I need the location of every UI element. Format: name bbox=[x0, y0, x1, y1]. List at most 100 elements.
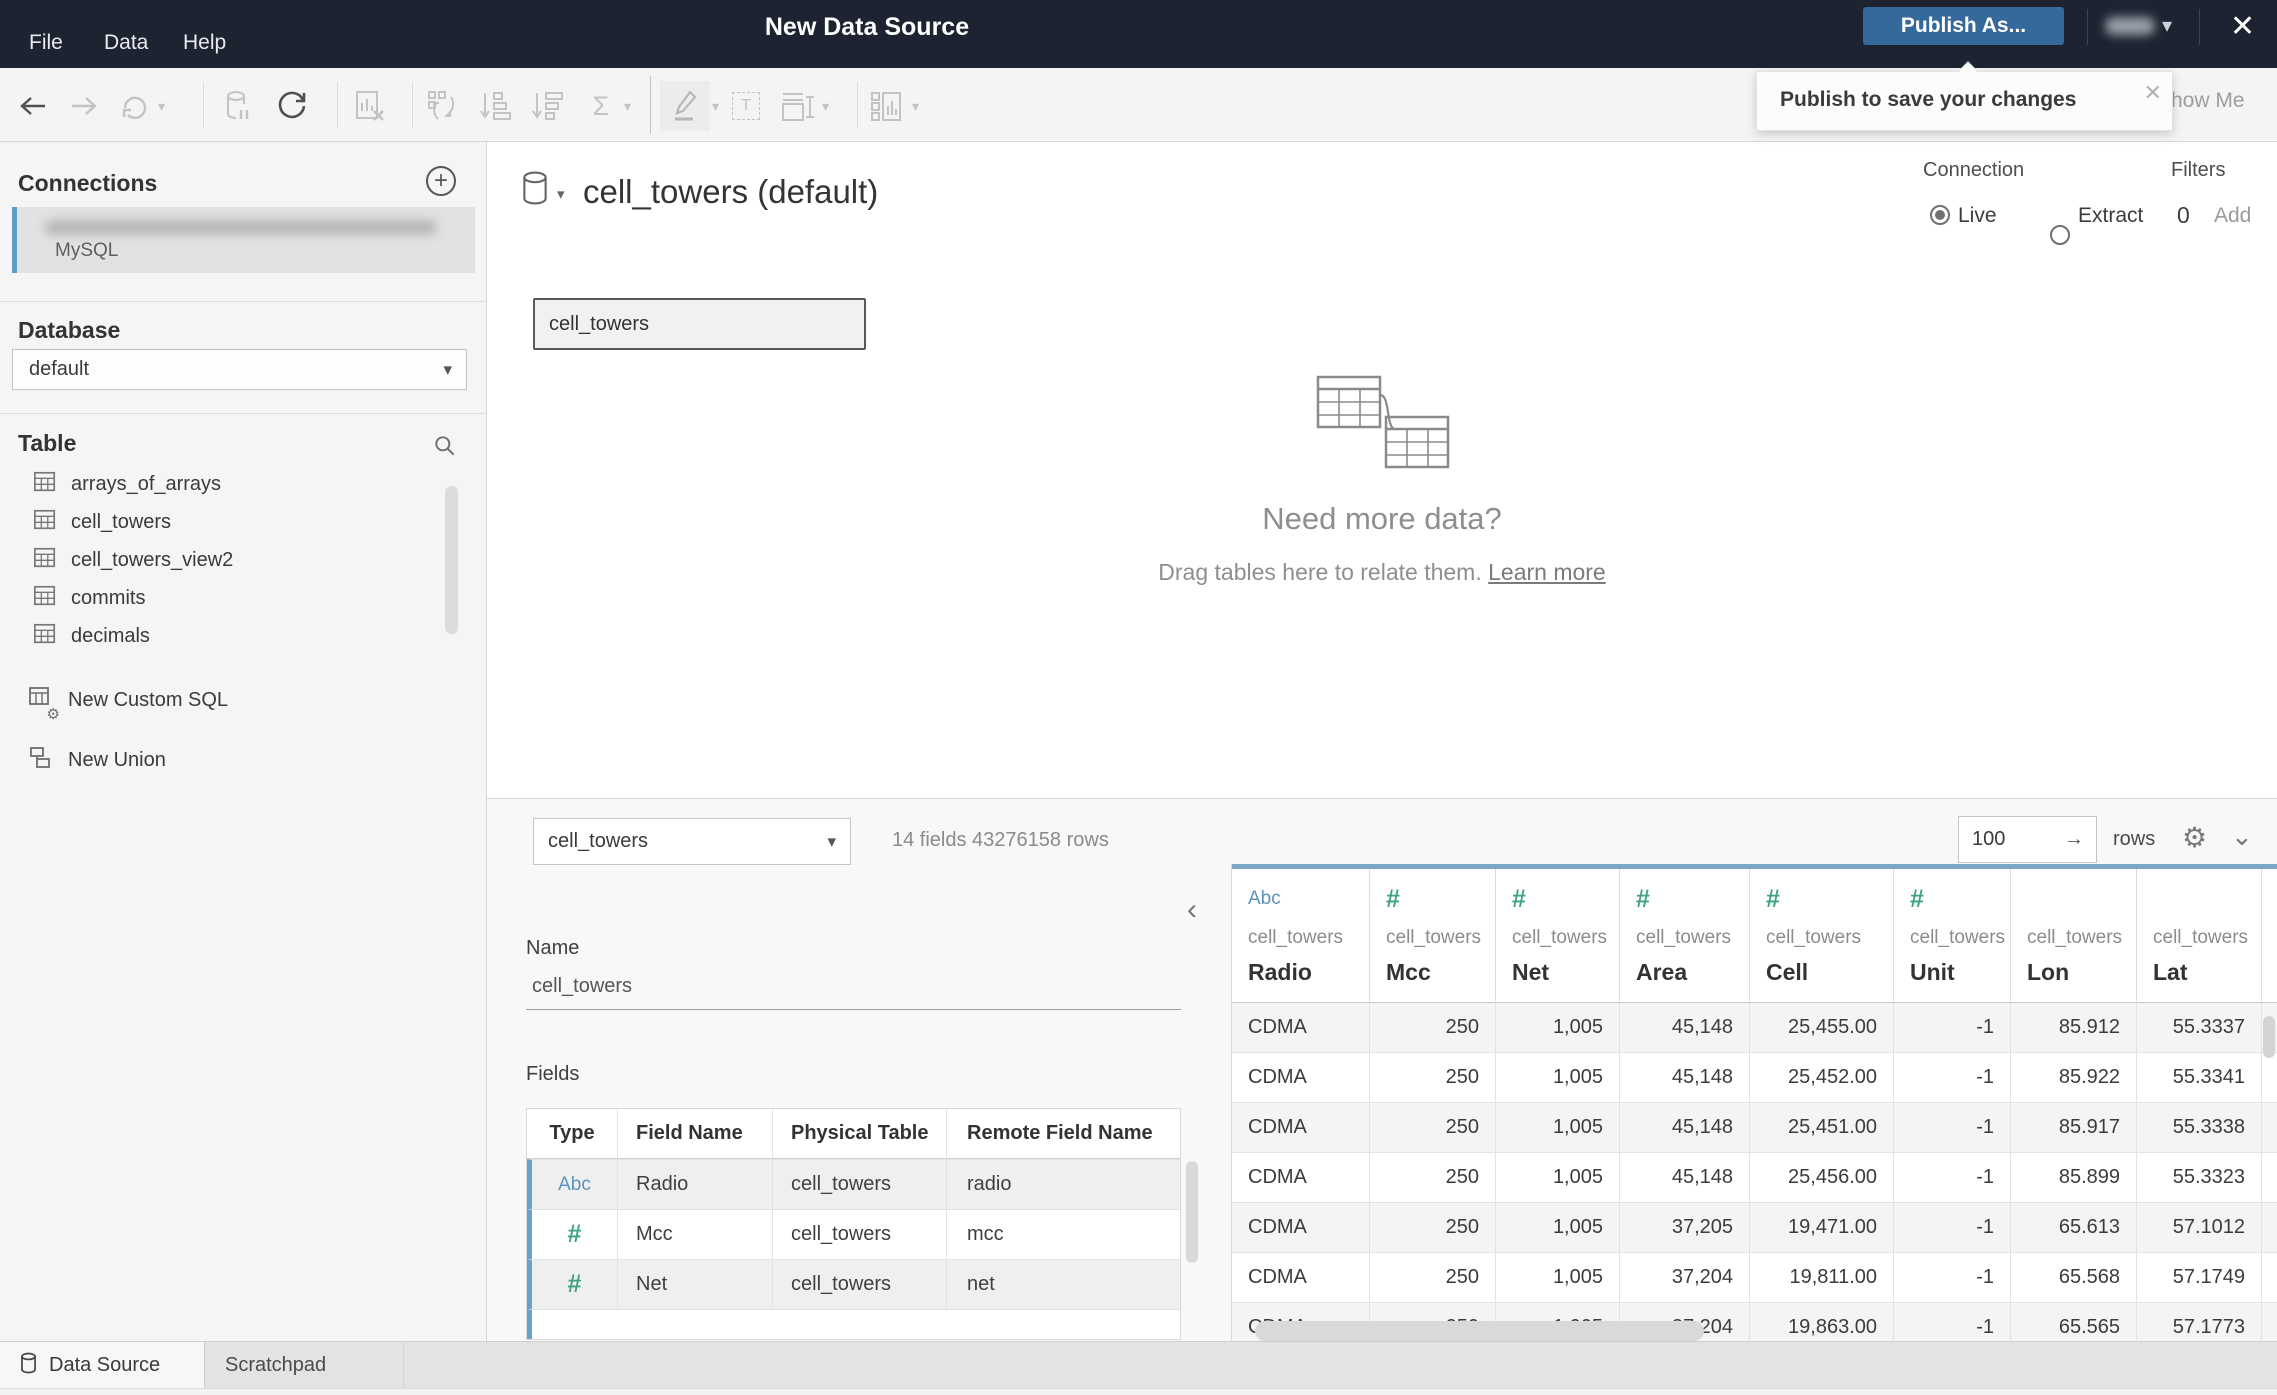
preview-settings-gear-icon[interactable]: ⚙ bbox=[2182, 821, 2207, 854]
grid-row-2[interactable]: CDMA 250 1,005 45,148 25,452.00 -1 85.922 55.33… bbox=[1232, 1053, 2277, 1103]
grid-cell-area: 37,204 bbox=[1620, 1253, 1750, 1302]
grid-row-3[interactable]: CDMA 250 1,005 45,148 25,451.00 -1 85.917 55.33… bbox=[1232, 1103, 2277, 1153]
grid-header-Lat[interactable]: cell_towers Lat bbox=[2137, 869, 2262, 1003]
sidebar-table-item-cell_towers[interactable]: cell_towers bbox=[0, 503, 440, 541]
grid-header-Mcc[interactable]: # cell_towers Mcc bbox=[1370, 869, 1496, 1003]
sidebar-table-item-cell_towers_view2[interactable]: cell_towers_view2 bbox=[0, 541, 440, 579]
grid-row-4[interactable]: CDMA 250 1,005 45,148 25,456.00 -1 85.899 55.33… bbox=[1232, 1153, 2277, 1203]
tab-data-source[interactable]: Data Source bbox=[0, 1342, 205, 1389]
swap-rows-columns-icon[interactable] bbox=[425, 88, 461, 124]
grid-header-Lon[interactable]: cell_towers Lon bbox=[2011, 869, 2137, 1003]
sidebar-table-item-commits[interactable]: commits bbox=[0, 579, 440, 617]
grid-cell-lon: 65.613 bbox=[2011, 1203, 2137, 1252]
grid-cell-cell: 25,456.00 bbox=[1750, 1153, 1894, 1202]
fields-table-scrollbar[interactable] bbox=[1186, 1161, 1198, 1263]
grid-cell-unit: -1 bbox=[1894, 1153, 2011, 1202]
extract-radio-label[interactable]: Extract bbox=[2078, 204, 2143, 228]
grid-header-type-icon: # bbox=[1386, 885, 1400, 913]
replay-caret-icon[interactable]: ▾ bbox=[158, 98, 165, 115]
extract-radio[interactable] bbox=[2050, 225, 2070, 245]
fields-table-row-Net[interactable]: # Net cell_towers net bbox=[527, 1259, 1180, 1309]
user-menu-caret-icon[interactable]: ▾ bbox=[2162, 13, 2172, 38]
grid-cell-lon: 65.568 bbox=[2011, 1253, 2137, 1302]
publish-tooltip: Publish to save your changes ✕ bbox=[1756, 71, 2173, 131]
grid-header-table-name: cell_towers bbox=[1386, 927, 1482, 948]
fields-table-row-Radio[interactable]: Abc Radio cell_towers radio bbox=[527, 1159, 1180, 1209]
grid-header-Net[interactable]: # cell_towers Net bbox=[1496, 869, 1620, 1003]
grid-row-1[interactable]: CDMA 250 1,005 45,148 25,455.00 -1 85.912 55.33… bbox=[1232, 1003, 2277, 1053]
apply-rows-arrow-icon[interactable]: → bbox=[2064, 828, 2084, 851]
window-close-icon[interactable]: ✕ bbox=[2230, 12, 2255, 42]
highlight-pen-icon[interactable] bbox=[667, 88, 703, 124]
publish-as-button[interactable]: Publish As... bbox=[1863, 7, 2064, 45]
fields-table-row-Mcc[interactable]: # Mcc cell_towers mcc bbox=[527, 1209, 1180, 1259]
tooltip-close-icon[interactable]: ✕ bbox=[2144, 80, 2162, 106]
undo-icon[interactable] bbox=[15, 88, 51, 124]
sort-descending-icon[interactable] bbox=[529, 88, 565, 124]
new-union-button[interactable]: New Union bbox=[0, 740, 440, 780]
sidebar-table-item-decimals[interactable]: decimals bbox=[0, 617, 440, 655]
replay-icon[interactable] bbox=[117, 88, 153, 124]
show-cards-caret-icon[interactable]: ▾ bbox=[912, 98, 919, 115]
pause-updates-icon[interactable] bbox=[220, 88, 256, 124]
grid-row-5[interactable]: CDMA 250 1,005 37,205 19,471.00 -1 65.613 57.10… bbox=[1232, 1203, 2277, 1253]
fit-caret-icon[interactable]: ▾ bbox=[822, 98, 829, 115]
menu-data[interactable]: Data bbox=[104, 31, 148, 55]
connection-item-mysql[interactable]: MySQL bbox=[12, 207, 475, 273]
text-label-icon[interactable]: T bbox=[728, 88, 764, 124]
toolbar-separator bbox=[337, 82, 338, 128]
table-list-scrollbar[interactable] bbox=[445, 486, 458, 634]
toolbar-separator bbox=[412, 82, 413, 128]
grid-header-field-name: Mcc bbox=[1386, 959, 1431, 985]
new-custom-sql-button[interactable]: ⚙ New Custom SQL bbox=[0, 680, 440, 723]
menu-file[interactable]: File bbox=[29, 31, 63, 55]
sheet-tab-bar: Data Source Scratchpad bbox=[0, 1341, 2277, 1389]
collapse-metadata-chevron-icon[interactable]: ‹ bbox=[1187, 895, 1197, 925]
datasource-caret-icon[interactable]: ▾ bbox=[557, 185, 565, 203]
table-node-cell-towers[interactable]: cell_towers bbox=[533, 298, 866, 350]
preview-table-select[interactable]: cell_towers ▾ bbox=[533, 818, 851, 865]
sort-ascending-icon[interactable] bbox=[477, 88, 513, 124]
grid-cell-mcc: 250 bbox=[1370, 1053, 1496, 1102]
grid-cell-partial bbox=[2262, 1153, 2277, 1202]
grid-header-Cell[interactable]: # cell_towers Cell bbox=[1750, 869, 1894, 1003]
grid-row-6[interactable]: CDMA 250 1,005 37,204 19,811.00 -1 65.568 57.17… bbox=[1232, 1253, 2277, 1303]
redo-icon[interactable] bbox=[66, 88, 102, 124]
grid-cell-area: 45,148 bbox=[1620, 1003, 1750, 1052]
sidebar-divider bbox=[0, 301, 487, 302]
learn-more-link[interactable]: Learn more bbox=[1488, 559, 1606, 585]
toolbar-separator bbox=[857, 82, 858, 128]
rows-label: rows bbox=[2113, 828, 2156, 850]
grid-header-Area[interactable]: # cell_towers Area bbox=[1620, 869, 1750, 1003]
union-icon bbox=[28, 745, 54, 776]
fit-axes-icon[interactable] bbox=[780, 88, 816, 124]
grid-vertical-scrollbar[interactable] bbox=[2263, 1016, 2275, 1058]
totals-caret-icon[interactable]: ▾ bbox=[624, 98, 631, 115]
live-radio-label[interactable]: Live bbox=[1958, 204, 1997, 228]
collapse-preview-chevron-icon[interactable]: ⌄ bbox=[2231, 821, 2253, 852]
database-select[interactable]: default ▾ bbox=[12, 349, 467, 390]
row-limit-input[interactable]: 100 → bbox=[1958, 816, 2097, 863]
grid-body: CDMA 250 1,005 45,148 25,455.00 -1 85.912 55.33… bbox=[1232, 1003, 2277, 1342]
grid-horizontal-scrollbar[interactable] bbox=[1255, 1321, 1704, 1341]
table-search-icon[interactable] bbox=[432, 433, 458, 464]
tab-scratchpad[interactable]: Scratchpad bbox=[205, 1342, 404, 1389]
show-cards-icon[interactable] bbox=[868, 88, 904, 124]
highlight-caret-icon[interactable]: ▾ bbox=[712, 98, 719, 115]
add-connection-button[interactable]: + bbox=[426, 166, 456, 196]
fields-table-header: Type Field Name Physical Table Remote Fi… bbox=[527, 1109, 1180, 1159]
filters-add-link[interactable]: Add bbox=[2214, 204, 2251, 228]
sidebar-table-item-arrays_of_arrays[interactable]: arrays_of_arrays bbox=[0, 465, 440, 503]
table-grid-icon bbox=[33, 622, 57, 651]
clear-sheet-icon[interactable] bbox=[352, 88, 388, 124]
datasource-db-icon[interactable] bbox=[521, 171, 549, 210]
grid-cell-net: 1,005 bbox=[1496, 1153, 1620, 1202]
live-radio[interactable] bbox=[1930, 205, 1950, 225]
name-value[interactable]: cell_towers bbox=[532, 975, 632, 998]
refresh-icon[interactable] bbox=[274, 88, 310, 124]
grid-header-Unit[interactable]: # cell_towers Unit bbox=[1894, 869, 2011, 1003]
new-custom-sql-label: New Custom SQL bbox=[68, 688, 229, 711]
menu-help[interactable]: Help bbox=[183, 31, 226, 55]
grid-header-Radio[interactable]: Abc cell_towers Radio bbox=[1232, 869, 1370, 1003]
totals-icon[interactable]: Σ bbox=[583, 88, 619, 124]
